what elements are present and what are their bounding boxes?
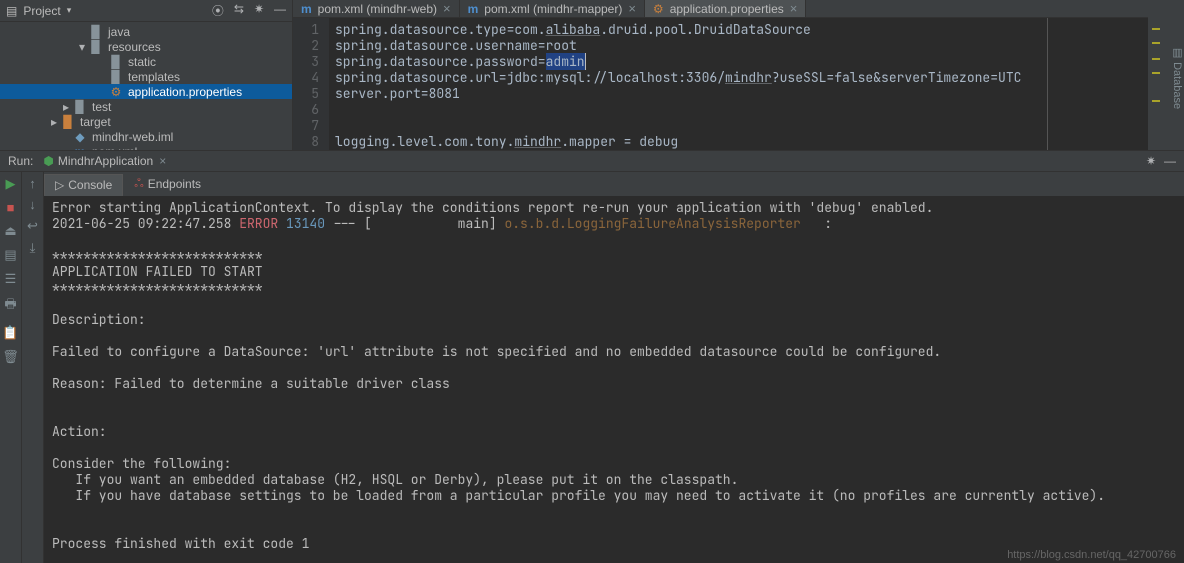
run-sub-tabs: ▷ Console ஃ Endpoints xyxy=(44,172,1184,196)
project-tool-icon: ▤ xyxy=(6,4,17,18)
project-title[interactable]: Project xyxy=(23,4,60,18)
stop-icon[interactable]: ■ xyxy=(7,200,15,215)
up-icon[interactable]: ↑ xyxy=(29,176,36,191)
console-area: ▶ ■ ⏏ ▤ ☰ 🖶 📋 🗑 ↑ ↓ ↩ ⤓ ▷ Console ஃ Endp… xyxy=(0,172,1184,563)
right-tool-strip: ▥ Database m Maven xyxy=(1162,0,1184,150)
m-icon: m xyxy=(301,2,312,16)
soft-wrap-icon[interactable]: ↩ xyxy=(27,218,38,234)
layout-icon[interactable]: ▤ xyxy=(4,247,16,263)
tree-label: static xyxy=(128,55,156,69)
folder-icon: ▉ xyxy=(108,70,124,84)
folder-icon: ▉ xyxy=(72,100,88,114)
folder-icon: ▉ xyxy=(88,25,104,39)
delete-icon[interactable]: 🗑 xyxy=(2,349,19,365)
settings-icon[interactable]: ✷ xyxy=(254,2,264,19)
hide-icon[interactable]: — xyxy=(274,2,286,19)
prop-icon: ⚙ xyxy=(108,85,124,99)
editor-tab[interactable]: m pom.xml (mindhr-mapper) × xyxy=(460,0,645,17)
endpoints-tab[interactable]: ஃ Endpoints xyxy=(123,172,212,196)
editor-area: m pom.xml (mindhr-web) × m pom.xml (mindhr-m… xyxy=(293,0,1148,150)
editor-tab[interactable]: m pom.xml (mindhr-web) × xyxy=(293,0,460,17)
code-text[interactable]: spring.datasource.type=com.alibaba.druid… xyxy=(329,18,1048,150)
tab-label: pom.xml (mindhr-mapper) xyxy=(484,2,622,16)
filter-icon[interactable]: ☰ xyxy=(5,271,17,287)
iml-icon: ◆ xyxy=(72,130,88,144)
tree-item[interactable]: ▾▉resources xyxy=(0,39,292,54)
tree-item[interactable]: ▉ java xyxy=(0,24,292,39)
tree-item[interactable]: ▸▉test xyxy=(0,99,292,114)
tree-item[interactable]: ⚙ application.properties xyxy=(0,84,292,99)
folder-icon: ▉ xyxy=(108,55,124,69)
line-gutter: 12345678 xyxy=(293,18,329,150)
m-icon: m xyxy=(468,2,479,16)
project-header: ▤ Project ▾ ⦿ ⇆ ✷ — xyxy=(0,0,292,22)
tree-label: mindhr-web.iml xyxy=(92,130,173,144)
code-editor[interactable]: 12345678 spring.datasource.type=com.alib… xyxy=(293,18,1148,150)
console-tab-label: Console xyxy=(68,178,112,192)
tab-label: application.properties xyxy=(670,2,784,16)
run-label: Run: xyxy=(8,154,33,168)
tree-label: test xyxy=(92,100,111,114)
console-output[interactable]: Error starting ApplicationContext. To di… xyxy=(44,196,1184,563)
database-tool-button[interactable]: ▥ Database xyxy=(1171,46,1184,109)
tree-label: java xyxy=(108,25,130,39)
exit-icon[interactable]: ⏏ xyxy=(4,223,16,239)
console-tab-icon: ▷ xyxy=(55,178,64,192)
run-toolbar: Run: ⬢ MindhrApplication × ✷ — xyxy=(0,150,1184,172)
folder-icon: ▉ xyxy=(88,40,104,54)
run-actions-col: ▶ ■ ⏏ ▤ ☰ 🖶 📋 🗑 xyxy=(0,172,22,563)
tree-item[interactable]: ▉ static xyxy=(0,54,292,69)
project-panel: ▤ Project ▾ ⦿ ⇆ ✷ — ▉java▾▉resources▉sta… xyxy=(0,0,293,150)
endpoints-tab-icon: ஃ xyxy=(134,176,143,192)
run-config-icon: ⬢ xyxy=(43,154,53,168)
expand-icon[interactable]: ⇆ xyxy=(234,2,244,19)
tree-label: target xyxy=(80,115,111,129)
tree-item[interactable]: ◆ mindhr-web.iml xyxy=(0,129,292,144)
tree-item[interactable]: ▸▉target xyxy=(0,114,292,129)
scroll-end-icon[interactable]: ⤓ xyxy=(30,240,36,256)
tab-label: pom.xml (mindhr-web) xyxy=(318,2,437,16)
tab-close-icon[interactable]: × xyxy=(790,1,798,16)
prop-icon: ⚙ xyxy=(653,2,664,16)
run-hide-icon[interactable]: — xyxy=(1164,154,1176,168)
locate-icon[interactable]: ⦿ xyxy=(212,2,224,19)
endpoints-tab-label: Endpoints xyxy=(148,177,201,191)
print-icon[interactable]: 🖶 xyxy=(4,295,16,317)
editor-tabs: m pom.xml (mindhr-web) × m pom.xml (mindhr-m… xyxy=(293,0,1148,18)
run-config-close[interactable]: × xyxy=(159,154,166,168)
project-tree[interactable]: ▉java▾▉resources▉static▉templates⚙applic… xyxy=(0,22,292,150)
console-tab[interactable]: ▷ Console xyxy=(44,174,123,196)
run-config-name[interactable]: MindhrApplication xyxy=(58,154,153,168)
run-settings-icon[interactable]: ✷ xyxy=(1146,154,1156,168)
tree-item[interactable]: ▉ templates xyxy=(0,69,292,84)
dump-icon[interactable]: 📋 xyxy=(2,325,18,341)
rerun-icon[interactable]: ▶ xyxy=(6,176,16,192)
tree-label: application.properties xyxy=(128,85,242,99)
project-dropdown-icon[interactable]: ▾ xyxy=(67,5,72,16)
down-icon[interactable]: ↓ xyxy=(29,197,36,212)
tree-label: resources xyxy=(108,40,161,54)
tree-label: templates xyxy=(128,70,180,84)
tab-close-icon[interactable]: × xyxy=(628,1,636,16)
console-actions-col: ↑ ↓ ↩ ⤓ xyxy=(22,172,44,563)
tab-close-icon[interactable]: × xyxy=(443,1,451,16)
folder-orange-icon: ▉ xyxy=(60,115,76,129)
editor-tab[interactable]: ⚙ application.properties × xyxy=(645,0,806,17)
editor-right-stripe xyxy=(1148,0,1162,150)
watermark: https://blog.csdn.net/qq_42700766 xyxy=(1007,549,1176,561)
